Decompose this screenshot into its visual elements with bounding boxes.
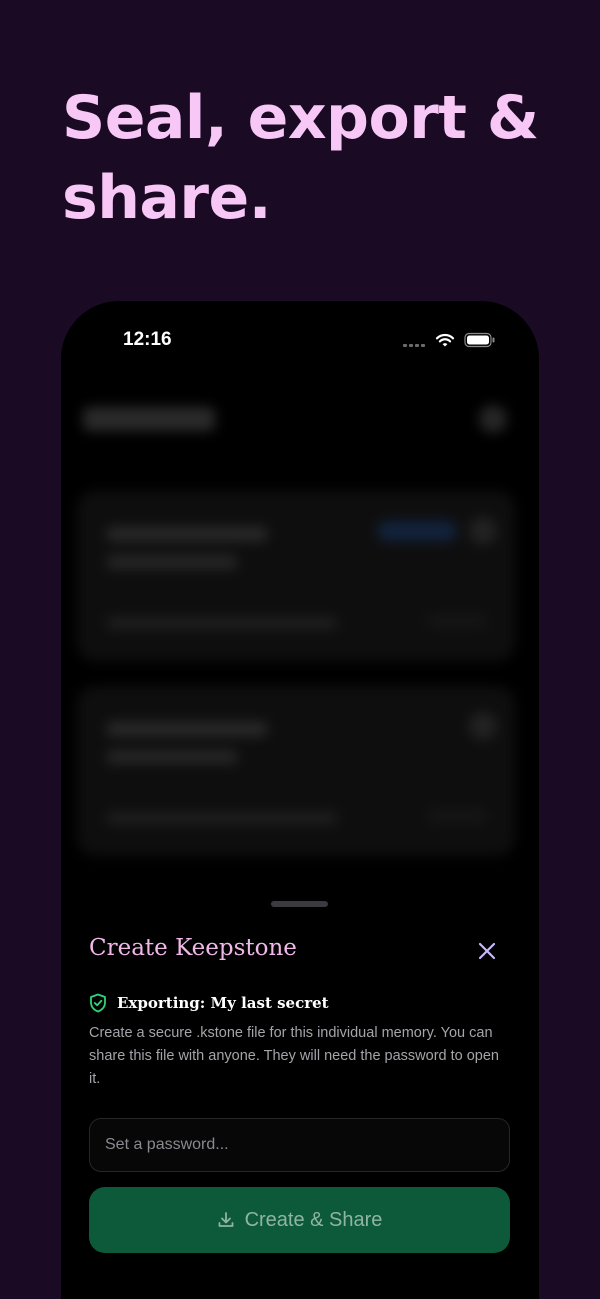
close-button[interactable] <box>471 935 503 967</box>
sheet-title: Create Keepstone <box>89 935 297 961</box>
cellular-icon <box>403 344 425 347</box>
blurred-avatar <box>479 405 507 433</box>
export-label: Exporting: My last secret <box>117 994 329 1012</box>
create-share-button[interactable]: Create & Share <box>89 1187 510 1253</box>
shield-check-icon <box>90 993 106 1013</box>
blurred-card <box>77 491 515 661</box>
status-time: 12:16 <box>123 329 172 350</box>
blurred-card <box>77 686 515 856</box>
blurred-background-app <box>61 381 539 881</box>
download-icon <box>218 1212 233 1227</box>
bottom-sheet: Create Keepstone Exporting: My last secr… <box>61 881 539 1299</box>
wifi-icon <box>435 333 455 347</box>
sheet-description: Create a secure .kstone file for this in… <box>89 1025 500 1087</box>
export-info: Exporting: My last secret <box>89 993 329 1013</box>
headline: Seal, export & share. <box>62 83 539 233</box>
create-share-label: Create & Share <box>244 1208 383 1231</box>
status-bar: 12:16 <box>61 301 539 381</box>
close-icon <box>478 942 496 960</box>
phone-frame: 12:16 Create Keepstone Exporting: My las… <box>61 301 539 1299</box>
password-input[interactable] <box>89 1118 510 1172</box>
sheet-grabber[interactable] <box>271 901 328 907</box>
battery-icon <box>464 332 495 348</box>
blurred-title <box>83 407 215 431</box>
